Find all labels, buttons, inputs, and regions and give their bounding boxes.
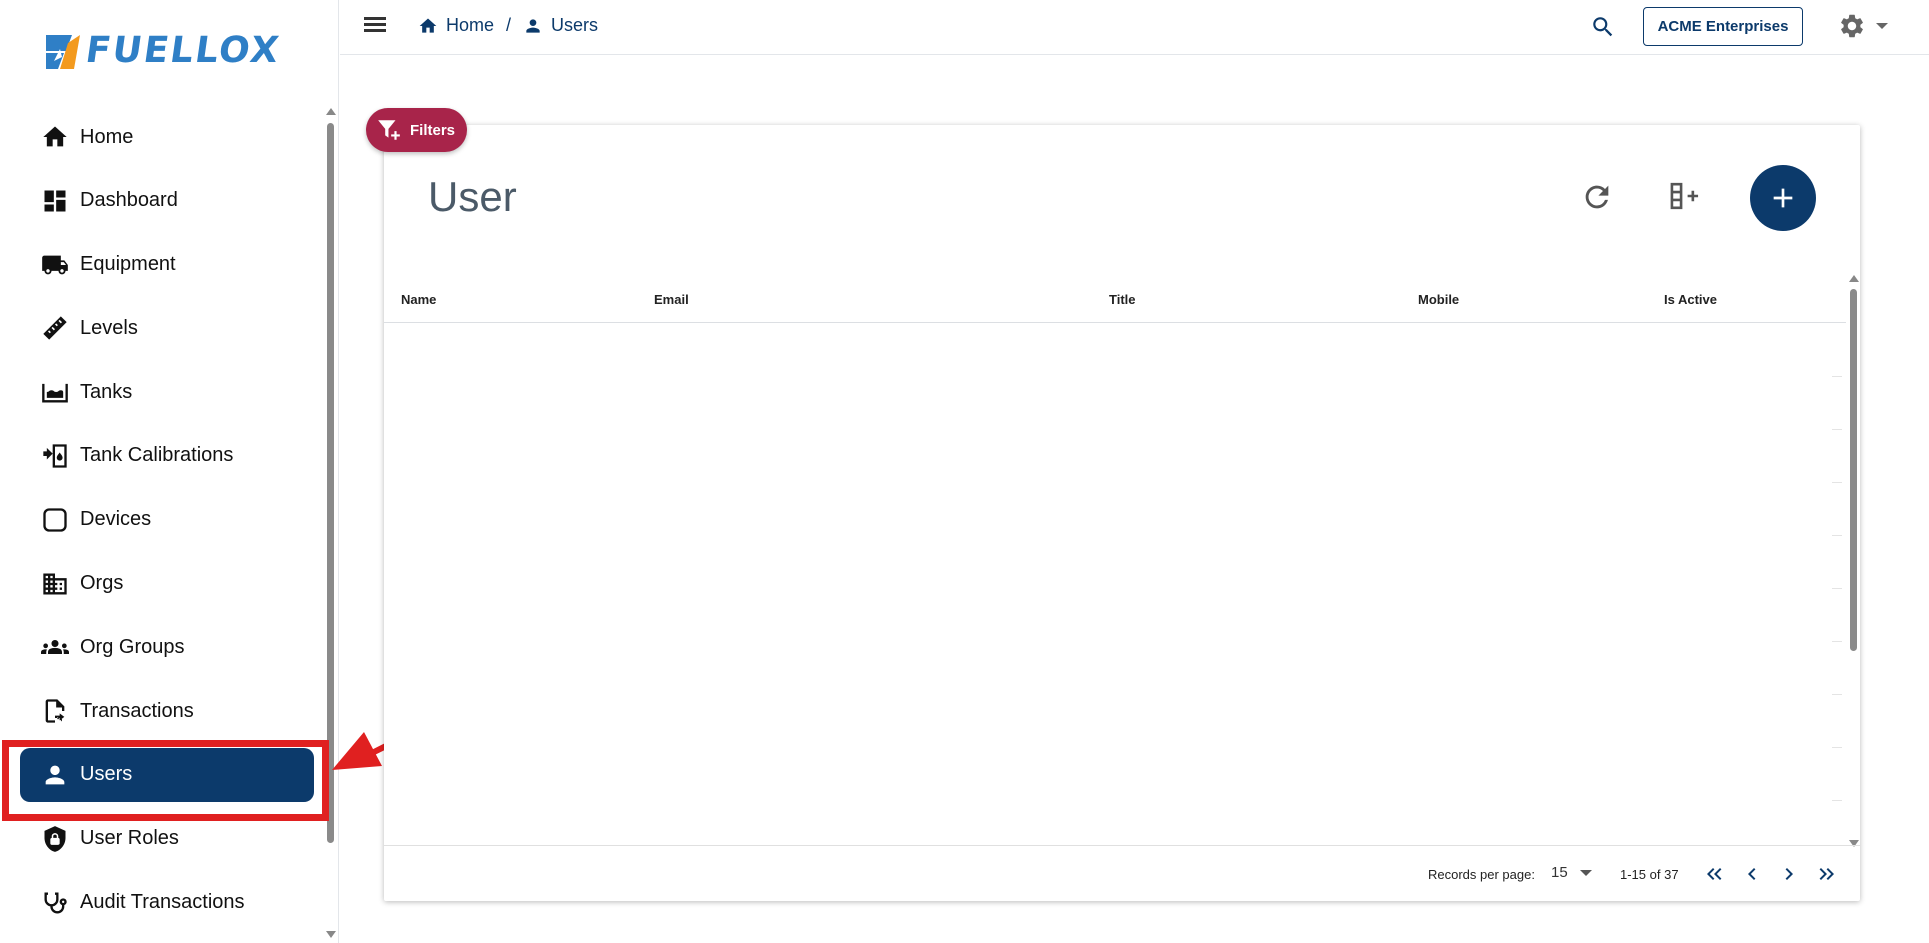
stethoscope-icon bbox=[40, 888, 70, 918]
sidebar-item-label: Transactions bbox=[80, 699, 194, 722]
filters-label: Filters bbox=[410, 121, 456, 139]
sidebar-item-label: User Roles bbox=[80, 827, 179, 850]
sidebar-item-tanks[interactable]: Tanks bbox=[20, 365, 314, 419]
row-divider bbox=[1832, 482, 1842, 483]
column-header-email[interactable]: Email bbox=[654, 292, 689, 307]
sidebar-item-label: Tank Calibrations bbox=[80, 444, 234, 467]
ruler-icon bbox=[40, 313, 70, 343]
sidebar-item-dashboard[interactable]: Dashboard bbox=[20, 174, 314, 228]
records-per-page-value: 15 bbox=[1551, 864, 1568, 881]
filters-button[interactable]: Filters bbox=[366, 108, 467, 152]
sidebar-item-label: Tanks bbox=[80, 380, 133, 403]
user-icon bbox=[526, 18, 540, 33]
chevron-down-icon bbox=[1876, 23, 1888, 29]
breadcrumb-current: Users bbox=[551, 15, 599, 35]
org-selector-button[interactable]: ACME Enterprises bbox=[1643, 7, 1803, 46]
building-icon bbox=[40, 569, 70, 599]
refresh-icon bbox=[1585, 185, 1609, 209]
table-footer: Records per page: 15 1-15 of 37 bbox=[384, 845, 1860, 901]
device-icon bbox=[40, 505, 70, 535]
sidebar-item-tank-calibrations[interactable]: Tank Calibrations bbox=[20, 429, 314, 483]
column-header-mobile[interactable]: Mobile bbox=[1418, 292, 1459, 307]
page-title: User bbox=[428, 173, 517, 220]
gear-icon bbox=[1841, 14, 1863, 38]
scroll-down-icon[interactable] bbox=[326, 931, 336, 938]
home-icon bbox=[40, 122, 70, 152]
calibration-icon bbox=[40, 441, 70, 471]
sidebar-item-transactions[interactable]: Transactions bbox=[20, 684, 314, 738]
sidebar-item-label: Orgs bbox=[80, 572, 124, 595]
home-icon bbox=[419, 18, 437, 33]
settings-menu[interactable] bbox=[1838, 12, 1888, 40]
double-chevron-right-icon bbox=[1819, 868, 1834, 880]
prev-page-button[interactable] bbox=[1740, 862, 1764, 886]
sidebar-item-label: Levels bbox=[80, 316, 138, 339]
sidebar-item-equipment[interactable]: Equipment bbox=[20, 238, 314, 292]
column-header-name[interactable]: Name bbox=[401, 292, 436, 307]
sidebar-item-audit-transactions[interactable]: Audit Transactions bbox=[20, 876, 314, 930]
scroll-up-icon[interactable] bbox=[326, 108, 336, 115]
column-header-is-active[interactable]: Is Active bbox=[1664, 292, 1717, 307]
transactions-icon bbox=[40, 696, 70, 726]
sidebar-item-label: Home bbox=[80, 125, 134, 148]
sidebar-item-label: Org Groups bbox=[80, 635, 185, 658]
shield-lock-icon bbox=[40, 824, 70, 854]
row-divider bbox=[1832, 429, 1842, 430]
sidebar-item-devices[interactable]: Devices bbox=[20, 493, 314, 547]
column-header-title[interactable]: Title bbox=[1109, 292, 1136, 307]
table-body bbox=[384, 323, 1846, 843]
next-page-button[interactable] bbox=[1777, 862, 1801, 886]
column-chooser-button[interactable] bbox=[1668, 179, 1708, 215]
hamburger-menu-icon[interactable] bbox=[364, 14, 390, 38]
annotation-highlight-box bbox=[2, 740, 329, 821]
pagination-range: 1-15 of 37 bbox=[1620, 867, 1679, 882]
chevron-right-icon bbox=[1785, 868, 1793, 880]
table-header: Name Email Title Mobile Is Active bbox=[384, 277, 1846, 323]
breadcrumb: Home / Users bbox=[418, 15, 598, 36]
double-chevron-left-icon bbox=[1707, 868, 1722, 880]
sidebar-item-levels[interactable]: Levels bbox=[20, 301, 314, 355]
refresh-button[interactable] bbox=[1580, 180, 1614, 214]
truck-icon bbox=[40, 250, 70, 280]
row-divider bbox=[1832, 747, 1842, 748]
tank-icon bbox=[40, 377, 70, 407]
row-divider bbox=[1832, 694, 1842, 695]
scrollbar-thumb[interactable] bbox=[1850, 289, 1857, 651]
filter-add-icon bbox=[378, 120, 400, 140]
first-page-button[interactable] bbox=[1703, 862, 1727, 886]
row-divider bbox=[1832, 588, 1842, 589]
search-icon[interactable] bbox=[1590, 14, 1616, 40]
row-divider bbox=[1832, 376, 1842, 377]
chevron-left-icon bbox=[1748, 868, 1756, 880]
dashboard-icon bbox=[40, 186, 70, 216]
sidebar-item-label: Dashboard bbox=[80, 189, 178, 212]
users-card: User Name Email Title Mobile Is Active R… bbox=[384, 125, 1860, 901]
table-scrollbar[interactable] bbox=[1849, 275, 1859, 847]
add-column-icon bbox=[1670, 182, 1699, 210]
sidebar-item-label: Audit Transactions bbox=[80, 891, 245, 914]
sidebar-item-home[interactable]: Home bbox=[20, 110, 314, 164]
sidebar-item-orgs[interactable]: Orgs bbox=[20, 557, 314, 611]
sidebar-item-label: Devices bbox=[80, 508, 152, 531]
add-user-button[interactable] bbox=[1750, 165, 1816, 231]
records-per-page-label: Records per page: bbox=[1428, 867, 1535, 882]
sidebar-item-org-groups[interactable]: Org Groups bbox=[20, 620, 314, 674]
topbar: Home / Users ACME Enterprises bbox=[340, 0, 1929, 55]
brand-logo[interactable]: FUELLOX bbox=[42, 30, 283, 71]
last-page-button[interactable] bbox=[1814, 862, 1838, 886]
logo-text: FUELLOX bbox=[83, 30, 283, 71]
row-divider bbox=[1832, 800, 1842, 801]
plus-icon bbox=[1773, 188, 1793, 208]
row-divider bbox=[1832, 535, 1842, 536]
records-per-page-select[interactable]: 15 bbox=[1551, 864, 1592, 881]
breadcrumb-separator: / bbox=[506, 15, 512, 35]
breadcrumb-home-link[interactable]: Home bbox=[446, 15, 494, 36]
chevron-down-icon bbox=[1579, 869, 1592, 876]
scroll-up-icon[interactable] bbox=[1849, 275, 1859, 282]
groups-icon bbox=[40, 632, 70, 662]
sidebar-item-label: Equipment bbox=[80, 253, 176, 276]
row-divider bbox=[1832, 641, 1842, 642]
logo-mark-icon bbox=[42, 31, 82, 71]
